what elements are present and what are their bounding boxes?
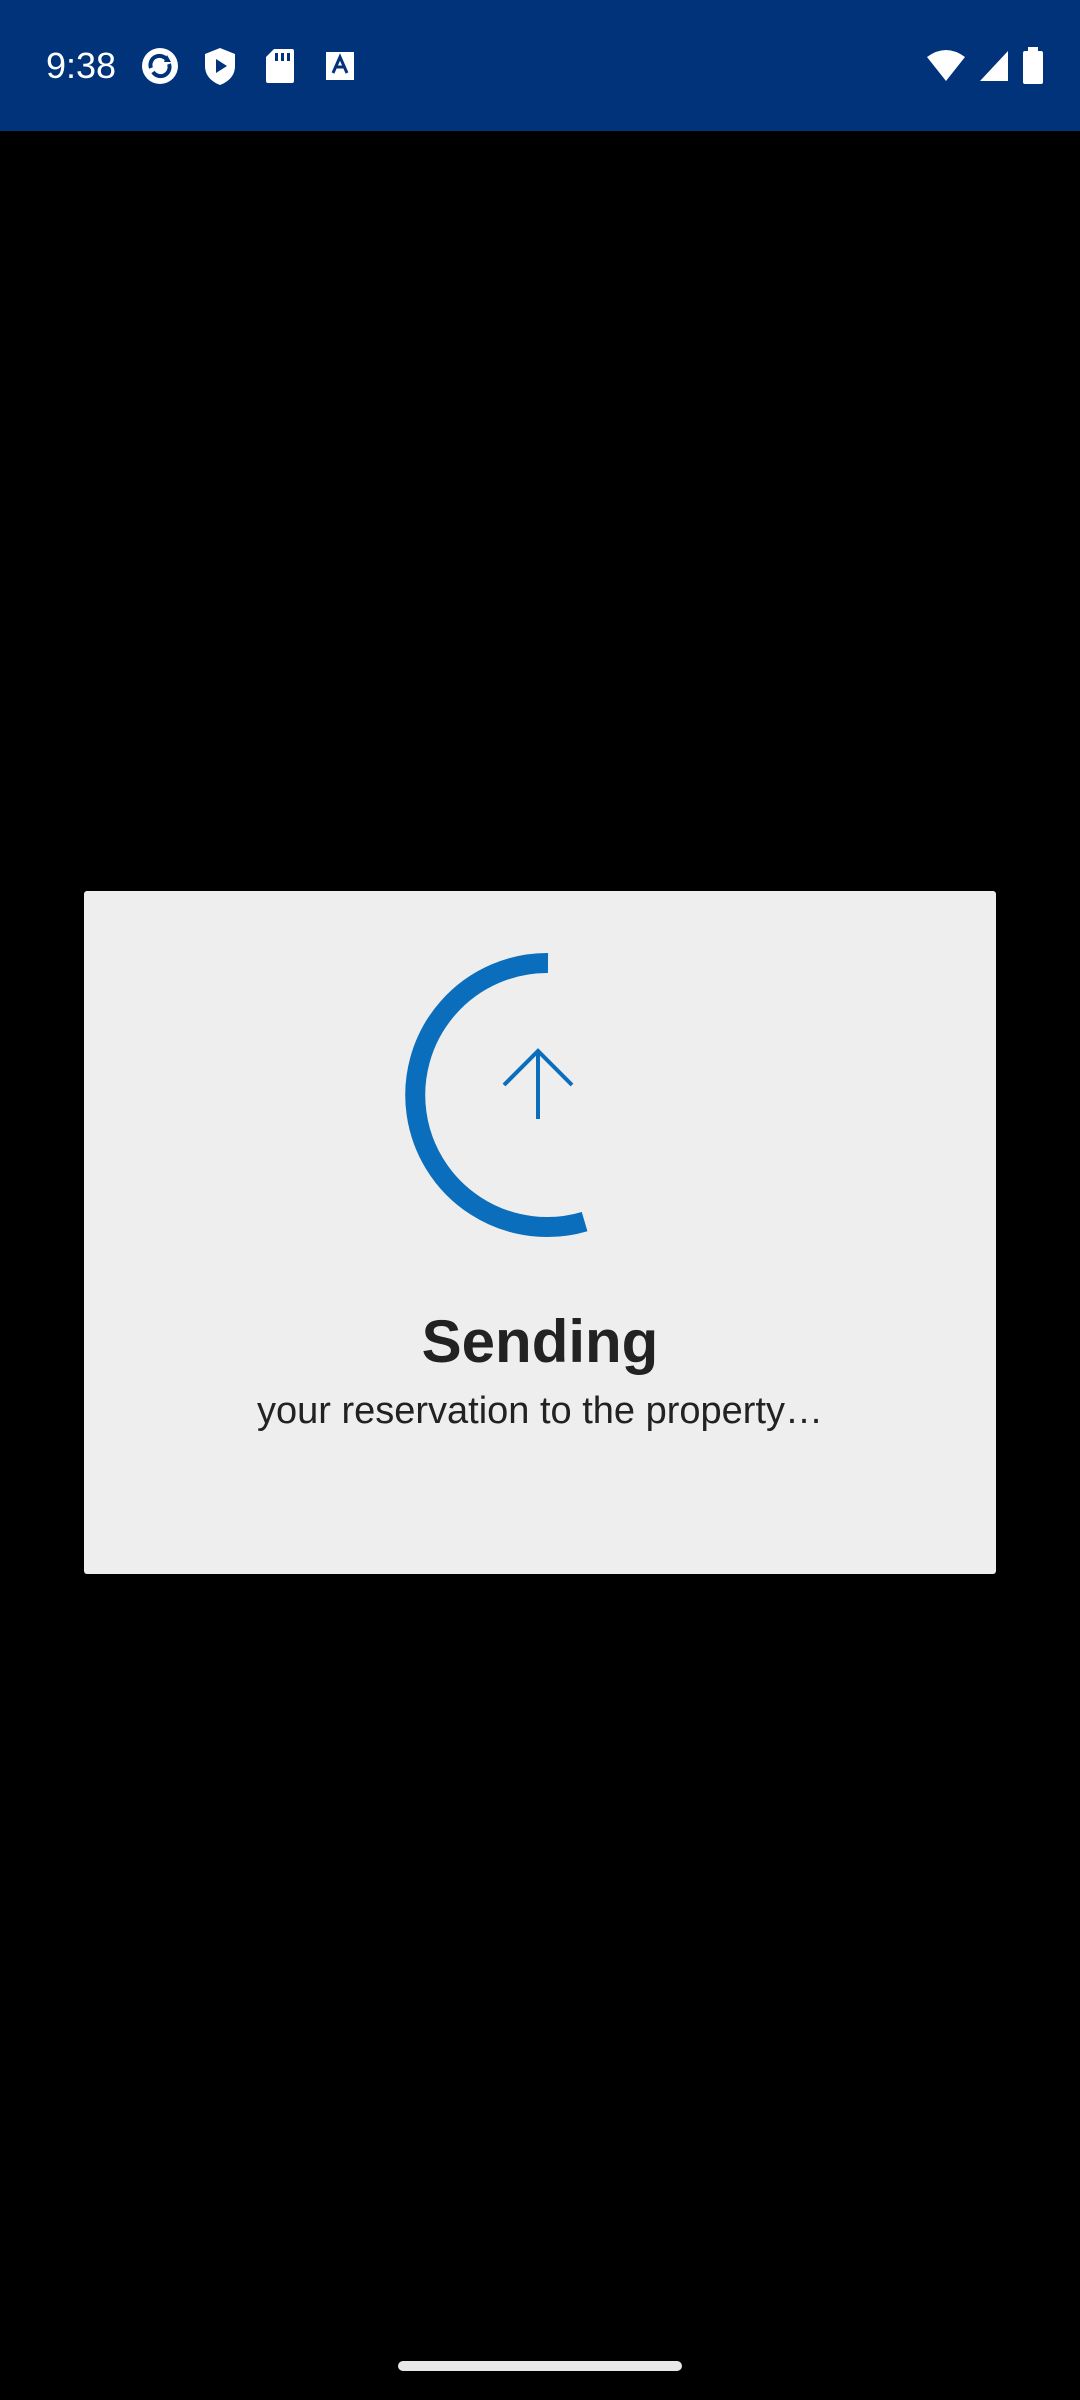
wifi-icon <box>926 44 966 88</box>
dialog-title: Sending <box>421 1308 659 1375</box>
sync-app-icon <box>138 44 182 88</box>
progress-spinner <box>405 952 588 1237</box>
home-indicator[interactable] <box>398 2361 682 2371</box>
status-bar: 9:38 <box>0 0 1080 131</box>
status-time: 9:38 <box>46 45 117 86</box>
dialog-subtitle: your reservation to the property… <box>256 1390 824 1432</box>
sending-dialog: Sending your reservation to the property… <box>84 891 996 1574</box>
font-a-icon <box>318 44 362 88</box>
battery-icon <box>1022 44 1044 88</box>
notification-icons <box>138 44 362 88</box>
system-icons <box>926 44 1044 88</box>
sd-card-icon <box>258 44 302 88</box>
progress-arc <box>405 952 588 1237</box>
shield-play-icon <box>198 44 242 88</box>
upload-arrow-icon <box>502 1048 574 1119</box>
cellular-signal-icon <box>978 44 1010 88</box>
